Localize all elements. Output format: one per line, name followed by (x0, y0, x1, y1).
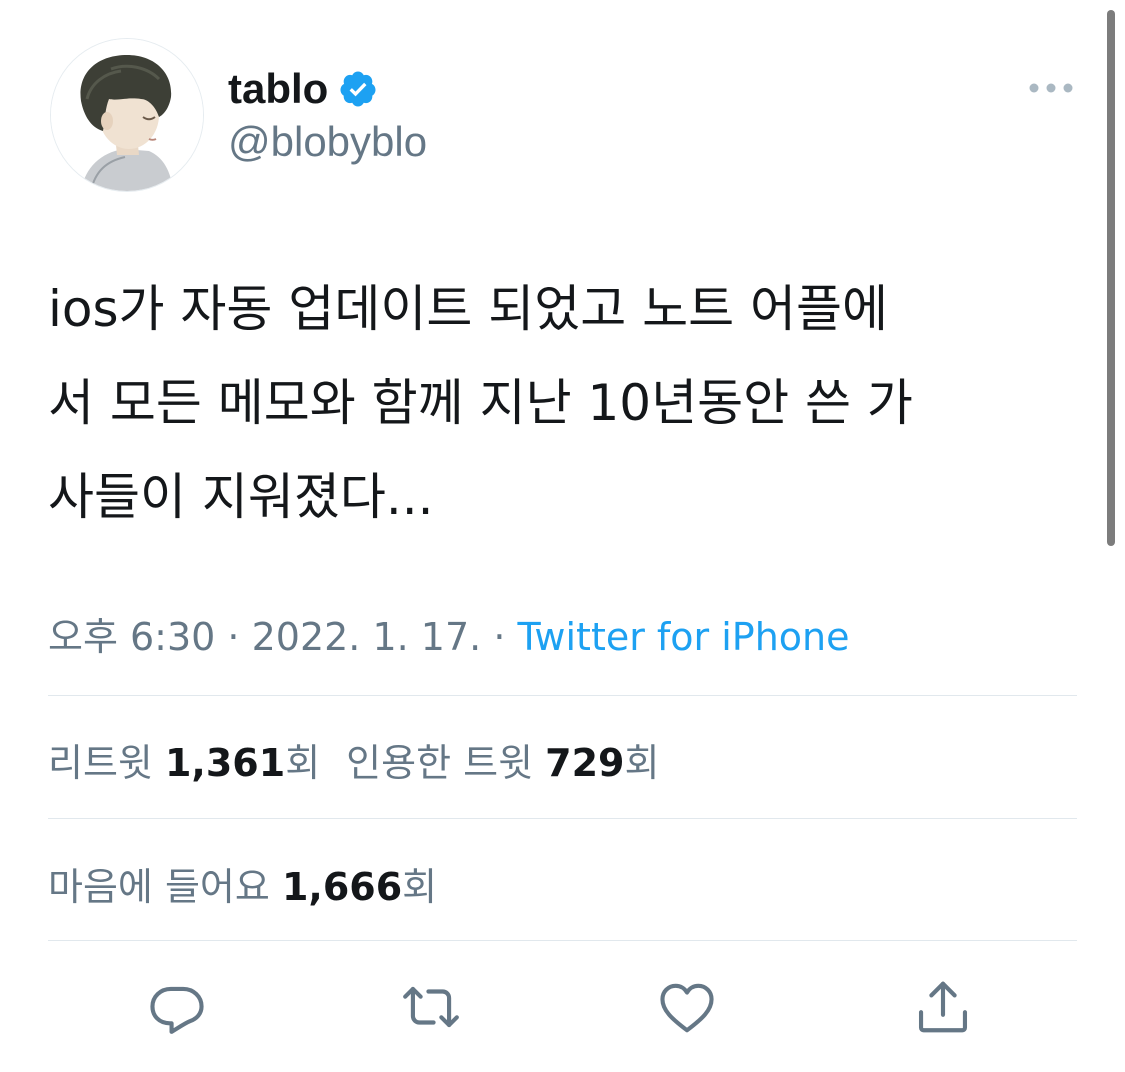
share-icon[interactable] (912, 976, 974, 1038)
display-name[interactable]: tablo (228, 65, 328, 113)
quotes-unit: 회 (624, 741, 660, 785)
likes-label: 마음에 들어요 (48, 865, 270, 909)
likes-stat[interactable]: 마음에 들어요 1,666회 (48, 865, 437, 909)
more-options-icon[interactable] (1028, 78, 1074, 98)
tweet-time[interactable]: 오후 6:30 (48, 615, 215, 659)
divider (48, 695, 1077, 696)
quotes-stat[interactable]: 인용한 트윗 729회 (346, 741, 659, 785)
avatar[interactable] (50, 38, 204, 192)
retweet-icon[interactable] (400, 976, 462, 1038)
tweet-metadata: 오후 6:30 · 2022. 1. 17. · Twitter for iPh… (48, 606, 850, 661)
tweet-source-link[interactable]: Twitter for iPhone (517, 615, 849, 659)
user-handle[interactable]: @blobyblo (228, 118, 427, 166)
verified-badge-icon (338, 69, 378, 109)
likes-unit: 회 (402, 865, 438, 909)
divider (48, 818, 1077, 819)
likes-count: 1,666 (281, 865, 403, 909)
avatar-illustration (51, 39, 203, 191)
tweet-date[interactable]: 2022. 1. 17. (252, 615, 482, 659)
scrollbar[interactable] (1107, 10, 1115, 546)
retweets-count: 1,361 (164, 741, 286, 785)
meta-separator: · (481, 615, 518, 659)
tweet-detail-page: tablo @blobyblo ios가 자동 업데이트 되었고 노트 어플에 … (0, 0, 1125, 1072)
retweets-unit: 회 (285, 741, 321, 785)
quotes-label: 인용한 트윗 (346, 741, 534, 785)
retweet-quote-stats: 리트윗 1,361회 인용한 트윗 729회 (48, 732, 659, 787)
retweets-label: 리트윗 (48, 741, 153, 785)
divider (48, 940, 1077, 941)
author-name-row[interactable]: tablo (228, 64, 378, 114)
like-icon[interactable] (656, 976, 718, 1038)
reply-icon[interactable] (146, 976, 208, 1038)
quotes-count: 729 (545, 741, 625, 785)
tweet-text: ios가 자동 업데이트 되었고 노트 어플에 서 모든 메모와 함께 지난 1… (48, 280, 913, 526)
retweets-stat[interactable]: 리트윗 1,361회 (48, 741, 320, 785)
likes-stats: 마음에 들어요 1,666회 (48, 856, 437, 911)
meta-separator: · (215, 615, 252, 659)
